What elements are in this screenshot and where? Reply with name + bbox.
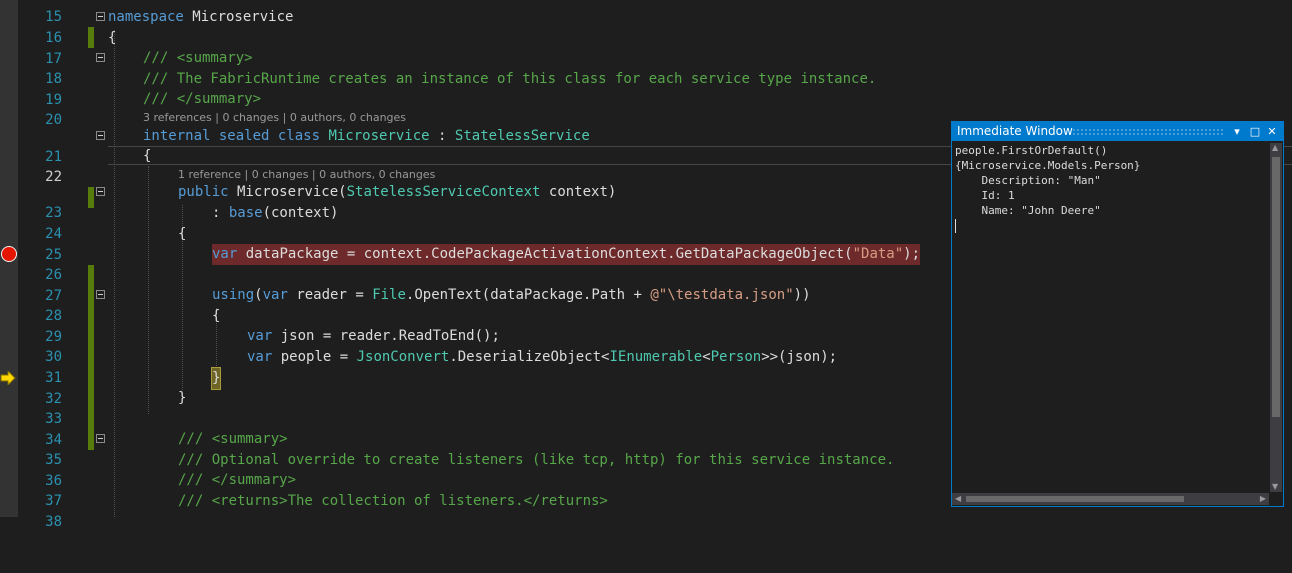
code-token: context)	[540, 184, 617, 200]
collapse-toggle-icon[interactable]	[96, 53, 105, 62]
code-token: IEnumerable	[609, 349, 703, 365]
code-token: <	[702, 349, 711, 365]
collapse-toggle-icon[interactable]	[96, 131, 105, 140]
code-comment: /// <returns>The collection of listeners…	[178, 493, 608, 509]
horizontal-scrollbar[interactable]: ◀ ▶	[952, 493, 1269, 505]
current-statement-arrow-icon	[0, 371, 16, 385]
code-token: Person	[710, 349, 762, 365]
code-line: 20 /// </summary>	[18, 89, 1292, 128]
code-token: var	[212, 246, 238, 262]
output-line: people.FirstOrDefault()	[955, 144, 1108, 157]
breakpoint-line-highlight: var dataPackage = context.CodePackageAct…	[212, 244, 921, 265]
vertical-scrollbar[interactable]: ▲ ▼	[1270, 143, 1282, 492]
code-token: namespace	[108, 9, 184, 25]
collapse-toggle-icon[interactable]	[96, 12, 105, 21]
code-token: using	[212, 287, 255, 303]
scroll-up-icon[interactable]: ▲	[1272, 142, 1278, 154]
code-token: :	[429, 128, 455, 144]
code-comment: /// The FabricRuntime creates an instanc…	[143, 71, 877, 87]
code-comment: /// <summary>	[178, 431, 288, 447]
titlebar-grip[interactable]	[1072, 128, 1225, 135]
code-token: StatelessServiceContext	[346, 184, 541, 200]
code-token: Microservice	[183, 9, 294, 25]
output-line: {Microservice.Models.Person}	[955, 159, 1141, 172]
output-line: Id: 1	[955, 189, 1015, 202]
code-token: File	[372, 287, 406, 303]
scroll-left-icon[interactable]: ◀	[955, 493, 961, 505]
output-line: Name: "John Deere"	[955, 204, 1101, 217]
code-line: 17 {	[18, 28, 1292, 67]
code-token: dataPackage = context.CodePackageActivat…	[237, 246, 853, 262]
code-token: ))	[793, 287, 811, 303]
codelens-info[interactable]: 1 reference | 0 changes | 0 authors, 0 c…	[178, 168, 435, 182]
codelens-info[interactable]: 3 references | 0 changes | 0 authors, 0 …	[143, 111, 406, 125]
code-token: >>(json);	[761, 349, 838, 365]
code-token: :	[212, 205, 229, 221]
scroll-thumb[interactable]	[1272, 157, 1280, 417]
code-token: @"\testdata.json"	[650, 287, 794, 303]
current-statement-brace: }	[210, 367, 222, 390]
code-token: (	[254, 287, 263, 303]
code-token: people =	[272, 349, 357, 365]
immediate-window[interactable]: Immediate Window ▾ □ ✕ people.FirstOrDef…	[951, 121, 1284, 507]
code-token: {	[108, 30, 117, 46]
code-token: var	[247, 349, 273, 365]
code-comment: /// <summary>	[143, 50, 253, 66]
scroll-down-icon[interactable]: ▼	[1272, 481, 1278, 493]
code-token: reader =	[287, 287, 373, 303]
scroll-thumb[interactable]	[966, 496, 1184, 502]
line-number: 38	[45, 513, 62, 530]
immediate-window-output[interactable]: people.FirstOrDefault() {Microservice.Mod…	[955, 143, 1269, 492]
code-token: var	[247, 328, 273, 344]
code-line: 19 /// The FabricRuntime creates an inst…	[18, 69, 1292, 108]
code-token: Microservice(	[228, 184, 347, 200]
code-token: StatelessService	[454, 128, 590, 144]
code-comment: /// Optional override to create listener…	[178, 452, 895, 468]
code-token: "Data"	[852, 246, 904, 262]
code-token: Microservice	[328, 128, 430, 144]
code-line: 16 namespace Microservice	[18, 7, 1292, 46]
code-token: var	[262, 287, 288, 303]
breakpoint-icon[interactable]	[1, 246, 17, 262]
code-token: .OpenText(dataPackage.Path +	[405, 287, 651, 303]
code-comment: /// </summary>	[143, 91, 262, 107]
code-line: 15	[18, 0, 1292, 48]
code-token: {	[178, 226, 187, 242]
collapse-toggle-icon[interactable]	[96, 290, 105, 299]
text-caret	[955, 219, 956, 233]
code-line: 18 /// <summary>	[18, 48, 1292, 87]
code-token: (context)	[262, 205, 339, 221]
close-icon[interactable]: ✕	[1264, 122, 1280, 141]
immediate-window-title: Immediate Window	[957, 124, 1073, 138]
immediate-window-titlebar[interactable]: Immediate Window ▾ □ ✕	[952, 122, 1283, 141]
code-token: }	[178, 390, 187, 406]
scroll-right-icon[interactable]: ▶	[1260, 493, 1266, 505]
code-token: json = reader.ReadToEnd();	[272, 328, 500, 344]
code-token: base	[228, 205, 263, 221]
collapse-toggle-icon[interactable]	[96, 434, 105, 443]
collapse-toggle-icon[interactable]	[96, 187, 105, 196]
code-token: .DeserializeObject<	[449, 349, 610, 365]
code-token: internal sealed class	[143, 128, 321, 144]
code-token: {	[212, 308, 221, 324]
code-token: );	[903, 246, 921, 262]
code-comment: /// </summary>	[178, 472, 297, 488]
maximize-icon[interactable]: □	[1247, 122, 1263, 141]
code-token: public	[178, 184, 229, 200]
output-line: Description: "Man"	[955, 174, 1101, 187]
window-position-dropdown-icon[interactable]: ▾	[1229, 122, 1245, 141]
code-token: JsonConvert	[356, 349, 450, 365]
code-token: {	[143, 148, 152, 164]
